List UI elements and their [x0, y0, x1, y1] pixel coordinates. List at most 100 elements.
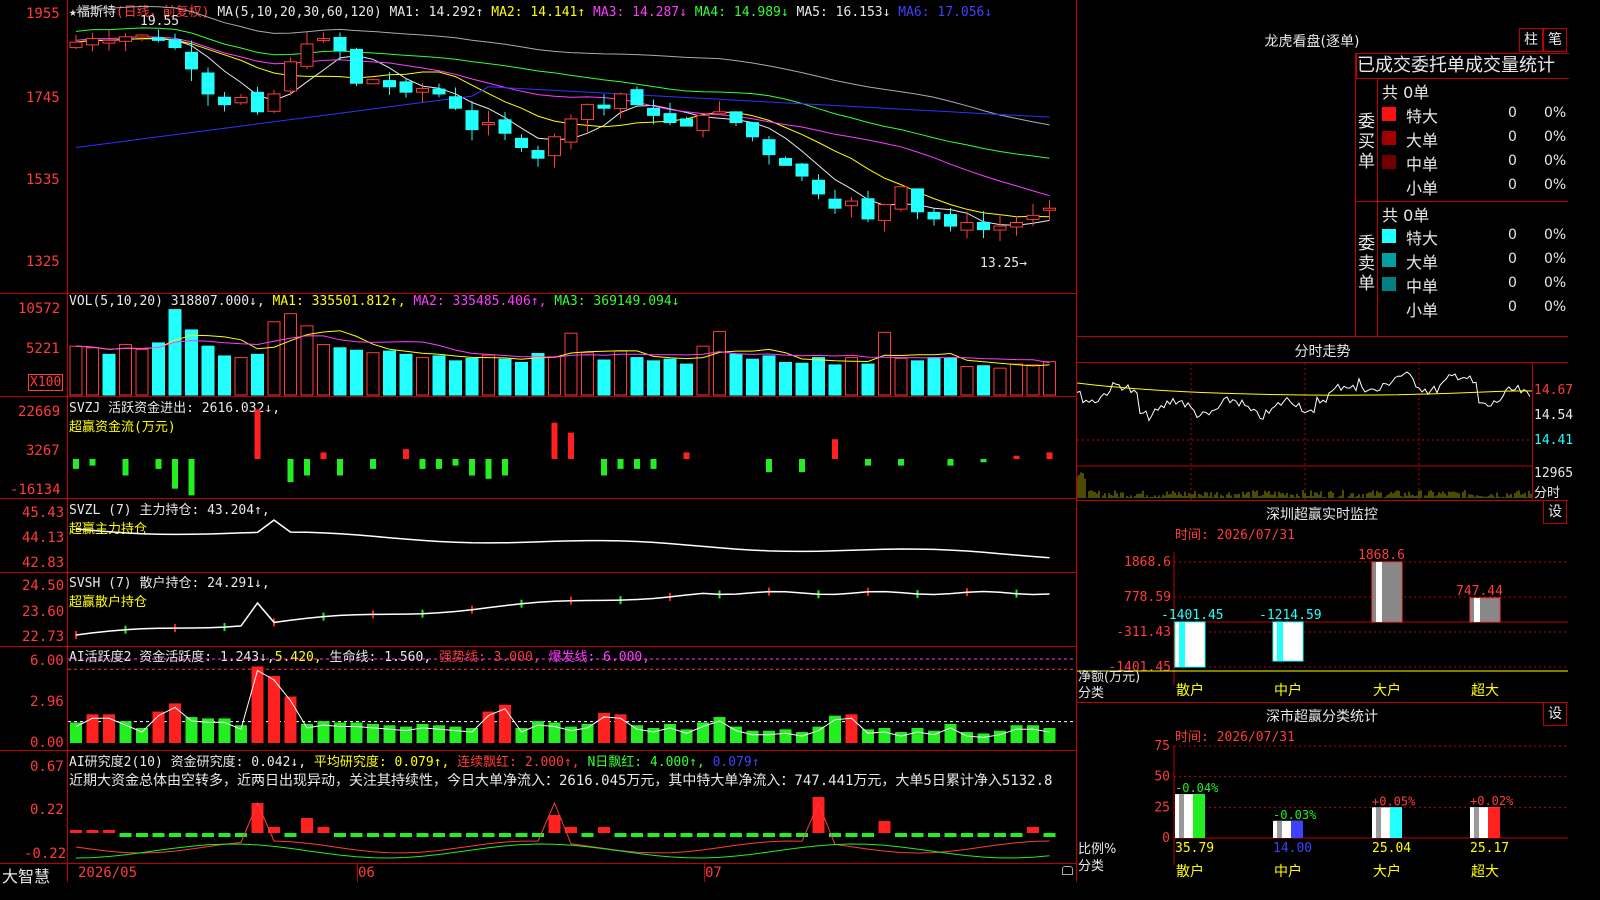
volume-bar [284, 313, 297, 396]
volume-bar [960, 366, 974, 396]
flow-bar [89, 459, 96, 466]
color-swatch [1382, 131, 1396, 145]
research-bar [664, 833, 676, 837]
intraday-chart[interactable] [1077, 363, 1532, 500]
row-label: 中单 [1406, 277, 1439, 296]
pen-mode-button[interactable]: 笔 [1543, 28, 1567, 52]
volume-bar [911, 360, 924, 396]
app-logo[interactable]: 大智慧 [2, 863, 50, 887]
flow-bar [568, 432, 574, 459]
flow-bar [287, 459, 294, 483]
class-bar-shade [1291, 820, 1303, 838]
research-bar [202, 833, 214, 837]
flow-bar [188, 459, 195, 496]
flow-bar [634, 459, 640, 469]
volume-bar [647, 360, 660, 396]
bar-mode-button[interactable]: 柱 [1519, 28, 1543, 52]
candle [1026, 214, 1040, 220]
main-chart-area[interactable]: ★福斯特(日线，前复权) MA(5,10,20,30,60,120) MA1: … [0, 0, 1077, 886]
research-bar [878, 821, 891, 833]
candle [696, 114, 710, 132]
research-bar [895, 833, 907, 837]
x-axis-label-1: 06 [358, 865, 375, 881]
candle [762, 139, 776, 156]
research-bar [614, 833, 627, 837]
flow-bar [683, 452, 690, 459]
intraday-vol-tick: 12965 [1534, 466, 1574, 481]
row-percent: 0% [1544, 153, 1567, 169]
candle [581, 104, 594, 121]
class-value-label: 25.04 [1372, 841, 1411, 856]
active-bar [449, 726, 462, 743]
research-line-red [75, 801, 1050, 854]
class-bar-shade [1488, 807, 1500, 838]
active-bar [746, 730, 759, 743]
monitor-category: 超大 [1471, 683, 1499, 699]
buy-row-0: 特大 0 0% [1380, 102, 1568, 126]
row-count: 0 [1508, 275, 1517, 291]
research-bar [1027, 827, 1039, 833]
active-bar [1027, 725, 1039, 743]
sell-row-1: 大单 0 0% [1380, 248, 1568, 272]
research-bar [515, 833, 528, 837]
candle [630, 89, 644, 106]
svsh-tick-0: 24.50 [22, 578, 65, 594]
vol-unit[interactable]: X100 [28, 374, 64, 391]
class-stats-chart: 75 50 25 0 -0.04% 35.79 散户 -0.03% 14.00 中户 +0.05% 2… [1154, 740, 1568, 880]
candle [284, 61, 297, 92]
research-bar [433, 833, 445, 837]
svzj-tick-1: 3267 [26, 443, 60, 459]
volume-bar [251, 353, 264, 396]
candle [944, 214, 957, 227]
research-bar [499, 833, 511, 837]
research-bar [994, 833, 1006, 837]
lock-icon[interactable] [1062, 866, 1073, 875]
research-bar [548, 815, 561, 833]
volume-bar [713, 331, 726, 396]
candle [218, 96, 231, 106]
svzl-line [75, 519, 1050, 559]
intraday-title: 分时走势 [1294, 344, 1351, 360]
active-bar [70, 722, 82, 743]
candle [317, 38, 330, 42]
research-bar [928, 833, 940, 837]
color-swatch [1382, 229, 1396, 243]
candle [86, 38, 99, 46]
flow-bar [254, 409, 261, 459]
research-bar [977, 833, 990, 837]
class-change-label: +0.02% [1470, 794, 1514, 808]
research-bar [466, 833, 478, 837]
monitor-bar-shade [1474, 598, 1480, 622]
volume-bar [894, 357, 908, 396]
class-bar-shade [1179, 794, 1184, 838]
research-bar [944, 833, 957, 837]
class-stats-settings-button[interactable]: 设 [1543, 702, 1567, 726]
volume-bar [564, 332, 578, 396]
research-bar [334, 833, 346, 837]
volume-bar [812, 357, 825, 396]
monitor-bar-shade [1277, 622, 1283, 661]
volume-bar [152, 342, 165, 396]
svzj-chart [73, 409, 1053, 496]
svzj-tick-0: 22669 [18, 404, 61, 420]
sell-row-3: 小单 0 0% [1380, 296, 1568, 320]
monitor-value-label: -1401.45 [1161, 608, 1224, 623]
candle [168, 39, 182, 49]
class-y-tick: 75 [1154, 740, 1170, 754]
research-bar [862, 833, 874, 837]
vol-tick-0: 10572 [18, 301, 61, 317]
sell-total: 共 0单 [1382, 206, 1430, 225]
volume-bar [515, 361, 528, 396]
monitor-x-label: 分类 [1078, 686, 1105, 701]
row-count: 0 [1508, 129, 1517, 145]
candle [366, 79, 380, 85]
x-axis-label-2: 07 [705, 865, 722, 881]
svsh-line [75, 590, 1050, 636]
candle [399, 81, 413, 93]
candle [713, 111, 726, 115]
stats-tab-label[interactable]: 已成交委托单成交量统计 [1356, 53, 1569, 79]
candle [861, 198, 875, 220]
price-chart[interactable] [68, 0, 1076, 293]
monitor-settings-button[interactable]: 设 [1543, 500, 1567, 524]
flow-bar [337, 459, 343, 476]
